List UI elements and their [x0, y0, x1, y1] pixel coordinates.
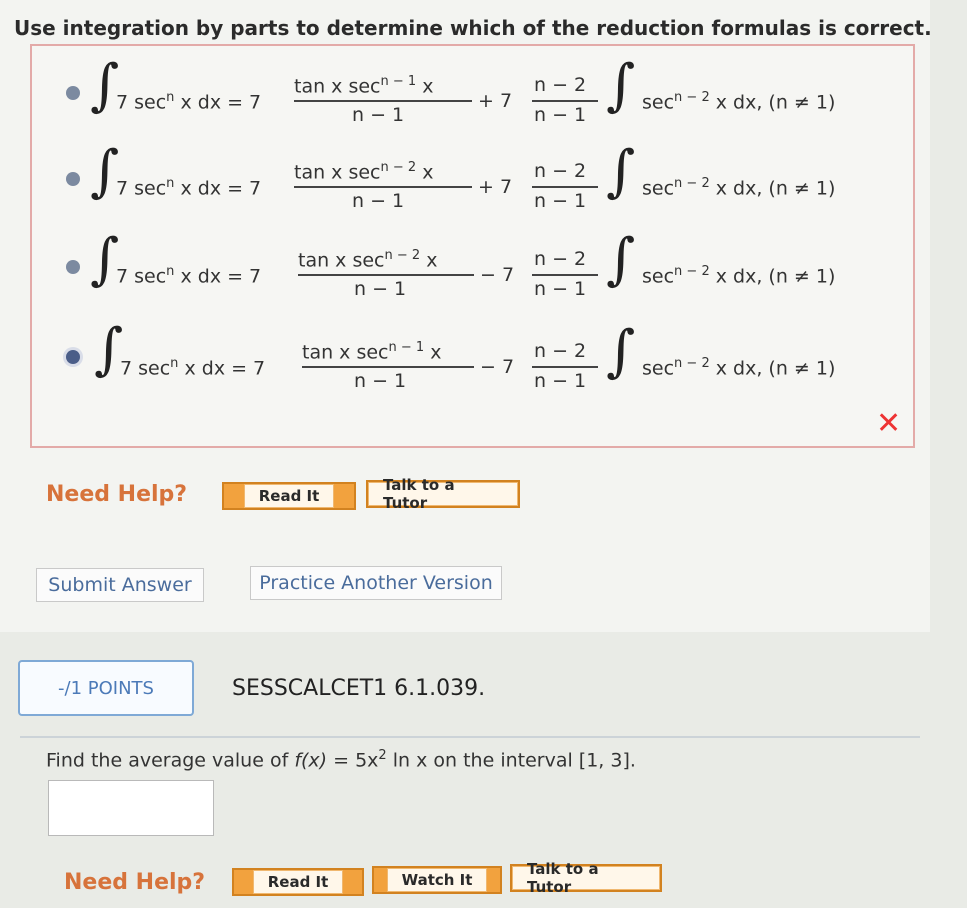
fraction1-bar — [294, 100, 472, 102]
fraction1-numerator: tan x secn − 1 x — [294, 74, 434, 98]
fraction2-denominator: n − 1 — [534, 104, 587, 126]
fraction1-bar — [294, 186, 472, 188]
talk-to-tutor-button[interactable]: Talk to a Tutor — [366, 476, 520, 512]
problem-statement: Find the average value of f(x) = 5x2 ln … — [46, 748, 636, 772]
fraction2-numerator: n − 2 — [534, 248, 587, 270]
practice-another-version-button[interactable]: Practice Another Version — [250, 566, 502, 600]
watch-it-button[interactable]: Watch It — [372, 866, 502, 894]
fraction1-bar — [302, 366, 474, 368]
integral-sign-icon: ∫ — [90, 139, 120, 204]
read-it-button[interactable]: Read It — [222, 482, 356, 510]
lhs-expression: 7 secn x dx = 7 — [116, 90, 262, 114]
talk-to-tutor-label: Talk to a Tutor — [512, 860, 660, 896]
operator: + 7 — [478, 176, 513, 198]
fraction1-numerator: tan x secn − 2 x — [298, 248, 438, 272]
points-badge: -/1 POINTS — [18, 660, 194, 716]
question-prompt: Use integration by parts to determine wh… — [14, 16, 932, 40]
integral-sign-icon: ∫ — [606, 53, 636, 118]
read-it-button[interactable]: Read It — [232, 868, 364, 896]
choice-4[interactable]: ∫ 7 secn x dx = 7 tan x secn − 1 x n − 1… — [32, 310, 912, 392]
integral-sign-icon: ∫ — [606, 227, 636, 292]
operator: − 7 — [480, 264, 515, 286]
read-it-label: Read It — [252, 870, 344, 894]
fraction1-denominator: n − 1 — [354, 370, 407, 392]
submit-answer-button[interactable]: Submit Answer — [36, 568, 204, 602]
fraction2-bar — [532, 100, 598, 102]
talk-to-tutor-label: Talk to a Tutor — [368, 476, 518, 512]
wrong-x-icon: ✕ — [876, 406, 902, 441]
fraction2-denominator: n − 1 — [534, 190, 587, 212]
fraction2-bar — [532, 274, 598, 276]
choice-1[interactable]: ∫ 7 secn x dx = 7 tan x secn − 1 x n − 1… — [32, 46, 912, 126]
integral-sign-icon: ∫ — [94, 317, 124, 382]
radio-button[interactable] — [66, 86, 80, 100]
divider — [20, 736, 920, 738]
fraction1-denominator: n − 1 — [352, 104, 405, 126]
need-help-label: Need Help? — [64, 870, 206, 895]
fraction1-bar — [298, 274, 474, 276]
fraction1-denominator: n − 1 — [352, 190, 405, 212]
fraction2-bar — [532, 186, 598, 188]
lhs-expression: 7 secn x dx = 7 — [116, 264, 262, 288]
operator: − 7 — [480, 356, 515, 378]
answer-input[interactable] — [48, 780, 214, 836]
radio-button-selected[interactable] — [66, 350, 80, 364]
fraction2-denominator: n − 1 — [534, 278, 587, 300]
integral-sign-icon: ∫ — [90, 227, 120, 292]
radio-button[interactable] — [66, 172, 80, 186]
fraction1-denominator: n − 1 — [354, 278, 407, 300]
fraction1-numerator: tan x secn − 2 x — [294, 160, 434, 184]
choices-box: ∫ 7 secn x dx = 7 tan x secn − 1 x n − 1… — [30, 44, 915, 448]
radio-button[interactable] — [66, 260, 80, 274]
rhs-expression: secn − 2 x dx, (n ≠ 1) — [642, 90, 836, 114]
integral-sign-icon: ∫ — [90, 53, 120, 118]
choice-3[interactable]: ∫ 7 secn x dx = 7 tan x secn − 2 x n − 1… — [32, 220, 912, 300]
operator: + 7 — [478, 90, 513, 112]
watch-it-label: Watch It — [386, 868, 488, 892]
fraction2-denominator: n − 1 — [534, 370, 587, 392]
fraction2-bar — [532, 366, 598, 368]
integral-sign-icon: ∫ — [606, 139, 636, 204]
problem-id: SESSCALCET1 6.1.039. — [232, 676, 486, 701]
integral-sign-icon: ∫ — [606, 319, 636, 384]
choice-2[interactable]: ∫ 7 secn x dx = 7 tan x secn − 2 x n − 1… — [32, 132, 912, 212]
fraction2-numerator: n − 2 — [534, 340, 587, 362]
fraction1-numerator: tan x secn − 1 x — [302, 340, 442, 364]
read-it-label: Read It — [243, 484, 335, 508]
lhs-expression: 7 secn x dx = 7 — [120, 356, 266, 380]
rhs-expression: secn − 2 x dx, (n ≠ 1) — [642, 356, 836, 380]
fraction2-numerator: n − 2 — [534, 74, 587, 96]
lhs-expression: 7 secn x dx = 7 — [116, 176, 262, 200]
need-help-label: Need Help? — [46, 482, 188, 507]
rhs-expression: secn − 2 x dx, (n ≠ 1) — [642, 264, 836, 288]
rhs-expression: secn − 2 x dx, (n ≠ 1) — [642, 176, 836, 200]
talk-to-tutor-button[interactable]: Talk to a Tutor — [510, 860, 662, 896]
fraction2-numerator: n − 2 — [534, 160, 587, 182]
